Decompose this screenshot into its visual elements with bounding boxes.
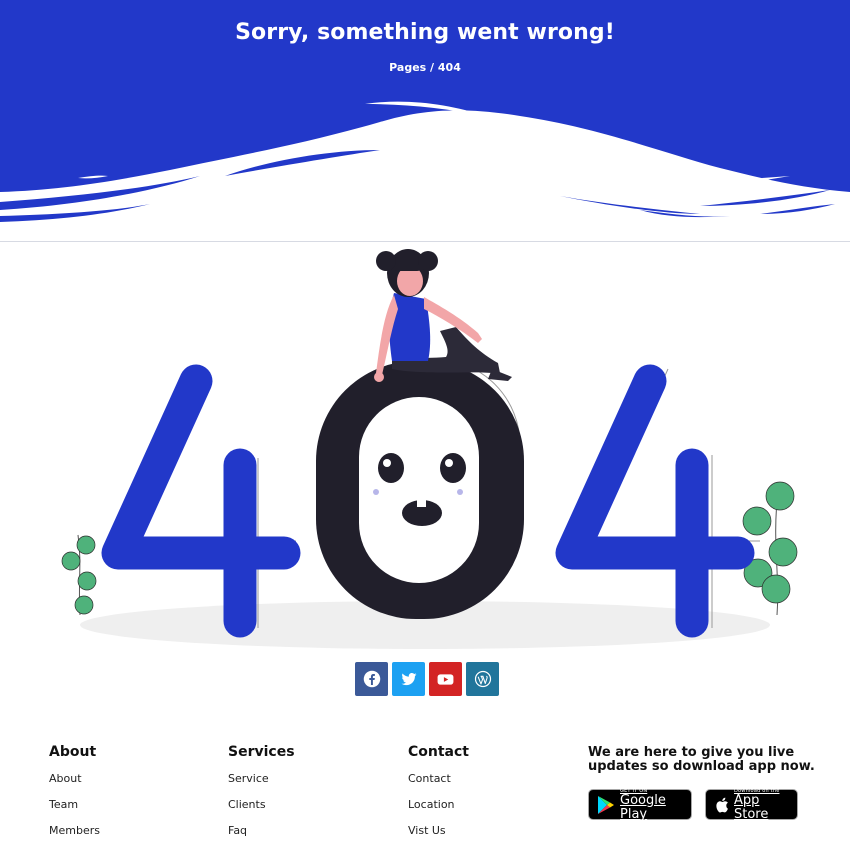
app-store-button[interactable]: Download on the App Store	[705, 788, 798, 822]
footer-link-about[interactable]: About	[49, 772, 82, 785]
footer-link-service[interactable]: Service	[228, 772, 269, 785]
digit-zero	[316, 361, 524, 619]
footer-column-services: Services Service Clients Faq	[228, 744, 295, 844]
twitter-icon	[401, 673, 416, 686]
wordpress-icon	[474, 670, 491, 688]
youtube-button[interactable]	[429, 662, 462, 696]
hero-divider	[0, 241, 850, 242]
app-download-text: We are here to give you live updates so …	[588, 745, 815, 774]
twitter-button[interactable]	[392, 662, 425, 696]
footer-heading-about: About	[49, 744, 97, 760]
app-store-label: App Store	[734, 792, 769, 822]
footer-heading-contact: Contact	[408, 744, 469, 760]
footer-link-faq[interactable]: Faq	[228, 824, 247, 837]
hero-banner: Sorry, something went wrong! Pages / 404	[0, 0, 850, 242]
digit-four-right	[555, 364, 755, 638]
footer-column-contact: Contact Contact Location Vist Us	[408, 744, 469, 844]
footer-link-visit-us[interactable]: Vist Us	[408, 824, 446, 837]
footer-link-location[interactable]: Location	[408, 798, 455, 811]
footer-link-contact[interactable]: Contact	[408, 772, 451, 785]
digit-four-left	[101, 364, 301, 638]
breadcrumb: Pages / 404	[0, 61, 850, 74]
google-play-button[interactable]: GET IT ON Google Play	[588, 788, 692, 822]
youtube-icon	[437, 673, 454, 685]
girl-character	[374, 249, 512, 382]
footer-heading-services: Services	[228, 744, 295, 760]
google-play-label: Google Play	[620, 792, 666, 822]
breadcrumb-pages-link[interactable]: Pages	[389, 61, 426, 74]
footer-link-members[interactable]: Members	[49, 824, 100, 837]
apple-icon	[714, 796, 729, 814]
breadcrumb-separator: /	[426, 61, 438, 74]
google-play-icon	[597, 795, 615, 815]
facebook-button[interactable]	[355, 662, 388, 696]
breadcrumb-current: 404	[437, 61, 461, 74]
footer: About About Team Members Services Servic…	[0, 744, 850, 844]
page-title: Sorry, something went wrong!	[235, 20, 615, 45]
left-plant-icon	[61, 534, 97, 616]
social-links	[355, 662, 499, 696]
wordpress-button[interactable]	[466, 662, 499, 696]
footer-column-about: About About Team Members	[49, 744, 100, 844]
footer-link-team[interactable]: Team	[49, 798, 78, 811]
footer-link-clients[interactable]: Clients	[228, 798, 266, 811]
facebook-icon	[363, 670, 380, 688]
digit-four-right-outline	[589, 368, 760, 628]
error-404-illustration	[61, 249, 798, 649]
